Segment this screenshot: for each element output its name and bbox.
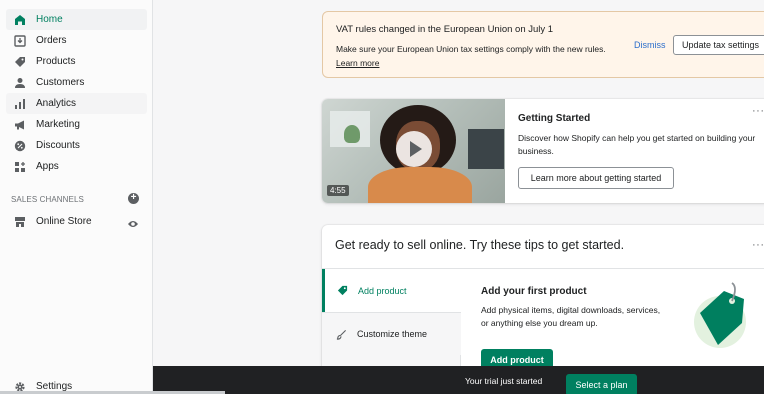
sidebar-item-apps[interactable]: Apps <box>6 156 147 177</box>
sales-channels-heading: SALES CHANNELS <box>11 195 84 204</box>
sidebar-item-home[interactable]: Home <box>6 9 147 30</box>
sidebar-item-label: Customers <box>36 77 85 88</box>
sidebar-item-customers[interactable]: Customers <box>6 72 147 93</box>
view-store-eye-icon[interactable] <box>127 216 139 234</box>
sidebar-item-analytics[interactable]: Analytics <box>6 93 147 114</box>
banner-text: Make sure your European Union tax settin… <box>336 44 606 54</box>
sidebar-item-label: Online Store <box>36 216 92 227</box>
orders-icon <box>13 34 27 48</box>
sidebar-item-label: Apps <box>36 161 59 172</box>
tab-label: Customize theme <box>357 329 428 339</box>
trial-bar: Your trial just started Select a plan <box>153 366 764 394</box>
tab-customize-theme[interactable]: Customize theme <box>322 312 461 355</box>
person-icon <box>13 76 27 90</box>
shopify-admin: Home Orders Products Customers Analytics <box>0 0 764 394</box>
brush-icon <box>336 329 347 340</box>
trial-status-text: Your trial just started <box>465 376 543 386</box>
sidebar-item-label: Discounts <box>36 140 80 151</box>
getting-started-menu-icon[interactable]: ··· <box>752 105 764 117</box>
megaphone-icon <box>13 118 27 132</box>
video-background-monitor <box>468 129 504 169</box>
store-icon <box>13 215 27 229</box>
sidebar-item-marketing[interactable]: Marketing <box>6 114 147 135</box>
learn-more-link[interactable]: Learn more <box>336 58 379 68</box>
video-presenter-shirt <box>368 167 472 203</box>
add-first-product-title: Add your first product <box>481 286 587 297</box>
getting-started-title: Getting Started <box>518 113 591 124</box>
sidebar-item-label: Marketing <box>36 119 80 130</box>
sidebar-item-label: Home <box>36 14 63 25</box>
learn-more-getting-started-button[interactable]: Learn more about getting started <box>518 167 674 189</box>
select-plan-button[interactable]: Select a plan <box>566 374 637 394</box>
add-sales-channel-button[interactable]: + <box>128 193 139 204</box>
dismiss-button[interactable]: Dismiss <box>634 40 666 50</box>
banner-body: Make sure your European Union tax settin… <box>336 42 626 70</box>
tips-menu-icon[interactable]: ··· <box>752 239 764 251</box>
sidebar: Home Orders Products Customers Analytics <box>0 0 153 394</box>
product-tag-illustration <box>694 282 746 348</box>
apps-icon <box>13 160 27 174</box>
tab-add-product[interactable]: Add product <box>322 269 461 312</box>
getting-started-card: 4:55 Getting Started Discover how Shopif… <box>322 99 764 203</box>
vat-banner: VAT rules changed in the European Union … <box>322 11 764 78</box>
getting-started-body: Discover how Shopify can help you get st… <box>518 133 756 156</box>
video-duration: 4:55 <box>327 185 349 196</box>
sidebar-item-label: Products <box>36 56 76 67</box>
video-background-plant <box>344 125 360 143</box>
video-thumbnail[interactable]: 4:55 <box>322 99 505 203</box>
sidebar-item-label: Orders <box>36 35 67 46</box>
add-first-product-body: Add physical items, digital downloads, s… <box>481 305 661 328</box>
update-tax-settings-button[interactable]: Update tax settings <box>673 35 764 55</box>
play-icon[interactable] <box>396 131 432 167</box>
discount-icon <box>13 139 27 153</box>
bar-chart-icon <box>13 97 27 111</box>
banner-title: VAT rules changed in the European Union … <box>336 24 554 35</box>
tips-title: Get ready to sell online. Try these tips… <box>335 238 625 252</box>
sidebar-item-online-store[interactable]: Online Store <box>6 211 147 232</box>
tab-label: Add product <box>358 285 407 296</box>
sidebar-item-discounts[interactable]: Discounts <box>6 135 147 156</box>
tag-icon <box>337 285 348 296</box>
tag-icon <box>13 55 27 69</box>
tips-card: Get ready to sell online. Try these tips… <box>322 225 764 375</box>
sidebar-item-products[interactable]: Products <box>6 51 147 72</box>
sidebar-item-label: Analytics <box>36 98 77 109</box>
home-icon <box>13 13 27 27</box>
sidebar-item-orders[interactable]: Orders <box>6 30 147 51</box>
